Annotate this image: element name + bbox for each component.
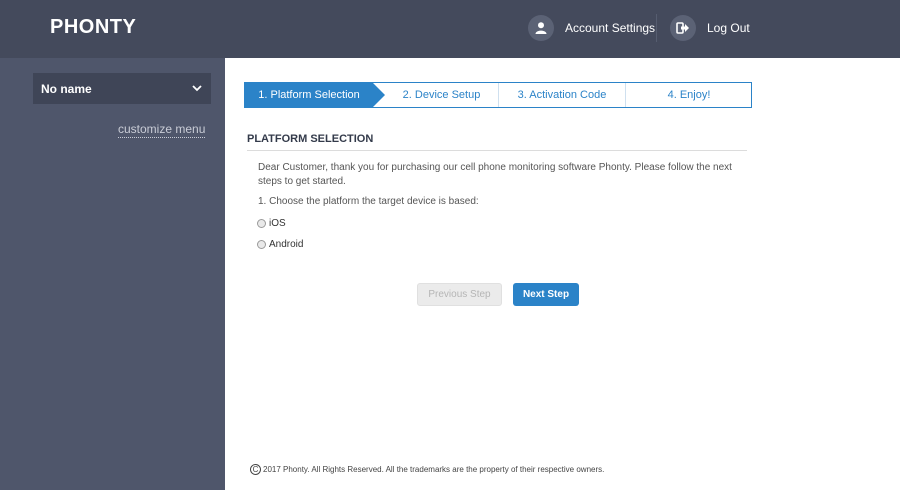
- android-radio[interactable]: [257, 240, 266, 249]
- device-selector[interactable]: No name: [33, 73, 211, 104]
- platform-question: 1. Choose the platform the target device…: [258, 196, 479, 207]
- account-settings-label: Account Settings: [565, 21, 656, 35]
- chevron-down-icon: [191, 82, 203, 97]
- header-divider: [656, 14, 657, 42]
- footer-text: 2017 Phonty. All Rights Reserved. All th…: [263, 465, 605, 474]
- next-step-button[interactable]: Next Step: [513, 283, 579, 306]
- radio-option-ios[interactable]: iOS: [257, 218, 286, 229]
- logout-icon: [670, 15, 696, 41]
- customize-menu-link[interactable]: customize menu: [118, 122, 206, 138]
- user-icon: [528, 15, 554, 41]
- android-label: Android: [269, 239, 304, 250]
- logout-button[interactable]: Log Out: [670, 14, 750, 42]
- ios-radio[interactable]: [257, 219, 266, 228]
- section-title: PLATFORM SELECTION: [247, 133, 747, 151]
- ios-label: iOS: [269, 218, 286, 229]
- footer: C 2017 Phonty. All Rights Reserved. All …: [250, 464, 604, 475]
- intro-text: Dear Customer, thank you for purchasing …: [258, 162, 732, 187]
- account-settings-button[interactable]: Account Settings: [528, 14, 655, 42]
- step-platform-selection[interactable]: 1. Platform Selection: [245, 83, 373, 107]
- copyright-icon: C: [250, 464, 261, 475]
- step-activation-code[interactable]: 3. Activation Code: [498, 83, 625, 107]
- top-bar: PHONTY Account Settings Log Out: [0, 0, 900, 58]
- logout-label: Log Out: [707, 21, 750, 35]
- step-enjoy[interactable]: 4. Enjoy!: [625, 83, 752, 107]
- app-logo[interactable]: PHONTY: [50, 16, 136, 39]
- step-device-setup[interactable]: 2. Device Setup: [385, 83, 498, 107]
- active-step-arrow: [373, 83, 385, 107]
- radio-option-android[interactable]: Android: [257, 239, 303, 250]
- wizard-steps: 1. Platform Selection 2. Device Setup 3.…: [244, 82, 752, 108]
- previous-step-button[interactable]: Previous Step: [417, 283, 502, 306]
- device-name: No name: [41, 81, 92, 96]
- sidebar: No name customize menu: [0, 58, 225, 490]
